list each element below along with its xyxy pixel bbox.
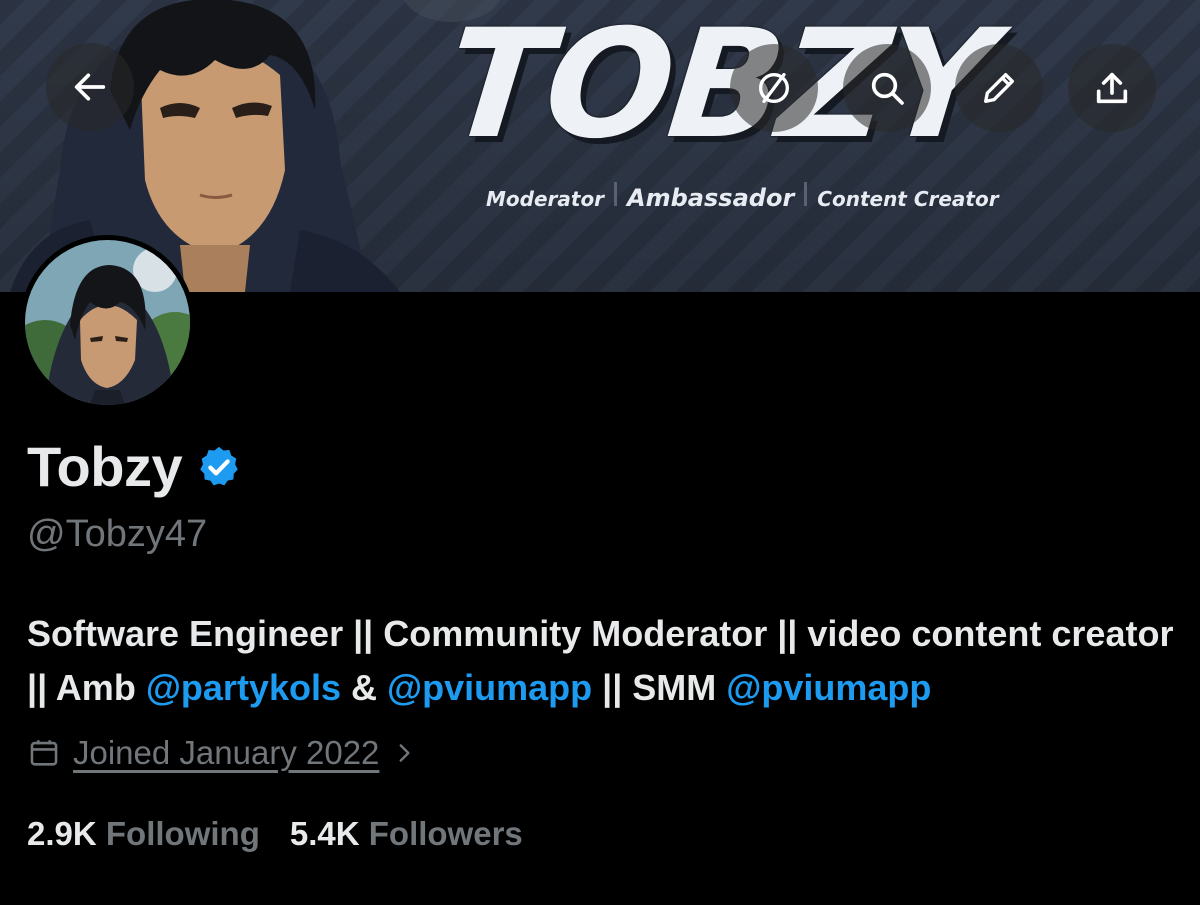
avatar-frame[interactable] (20, 235, 195, 410)
back-button[interactable] (46, 43, 134, 131)
translate-button[interactable] (730, 44, 818, 132)
verified-badge-icon[interactable] (196, 444, 242, 490)
share-icon (1096, 72, 1128, 104)
followers-label: Followers (368, 815, 523, 852)
avatar (25, 240, 190, 405)
followers-count: 5.4K (289, 815, 360, 852)
profile-bio: Software Engineer || Community Moderator… (27, 607, 1187, 715)
banner-role-content-creator: Content Creator (817, 187, 999, 211)
mention-link-pviumapp[interactable]: @pviumapp (387, 667, 592, 708)
username-handle: @Tobzy47 (27, 513, 208, 555)
following-stat[interactable]: 2.9K Following (27, 815, 260, 853)
banner-role-moderator: Moderator (486, 187, 605, 211)
search-icon (871, 72, 904, 105)
following-count: 2.9K (27, 815, 97, 852)
joined-date-row[interactable]: Joined January 2022 (27, 734, 417, 772)
bio-text: & (340, 667, 387, 708)
pencil-icon (984, 73, 1014, 104)
translate-icon (759, 73, 789, 104)
joined-date[interactable]: Joined January 2022 (73, 734, 379, 772)
profile-banner[interactable]: TOBZY Moderator Ambassador Content Creat… (0, 0, 1200, 292)
edit-button[interactable] (955, 44, 1043, 132)
bio-text: || SMM (592, 667, 727, 708)
display-name: Tobzy (27, 435, 183, 498)
banner-role-divider (614, 182, 618, 206)
mention-link-partykols[interactable]: @partykols (146, 667, 341, 708)
mention-link-pviumapp-smm[interactable]: @pviumapp (726, 667, 931, 708)
banner-roles: Moderator Ambassador Content Creator (486, 182, 999, 212)
profile-name-row: Tobzy (27, 434, 242, 499)
follow-stats: 2.9K Following 5.4K Followers (27, 815, 523, 853)
banner-role-ambassador: Ambassador (627, 184, 795, 212)
search-button[interactable] (843, 44, 931, 132)
chevron-right-icon (399, 744, 410, 762)
banner-role-divider (804, 182, 808, 206)
calendar-icon (30, 740, 58, 766)
followers-stat[interactable]: 5.4K Followers (290, 815, 523, 853)
share-button[interactable] (1068, 44, 1156, 132)
following-label: Following (105, 815, 260, 852)
arrow-left-icon (74, 73, 106, 101)
